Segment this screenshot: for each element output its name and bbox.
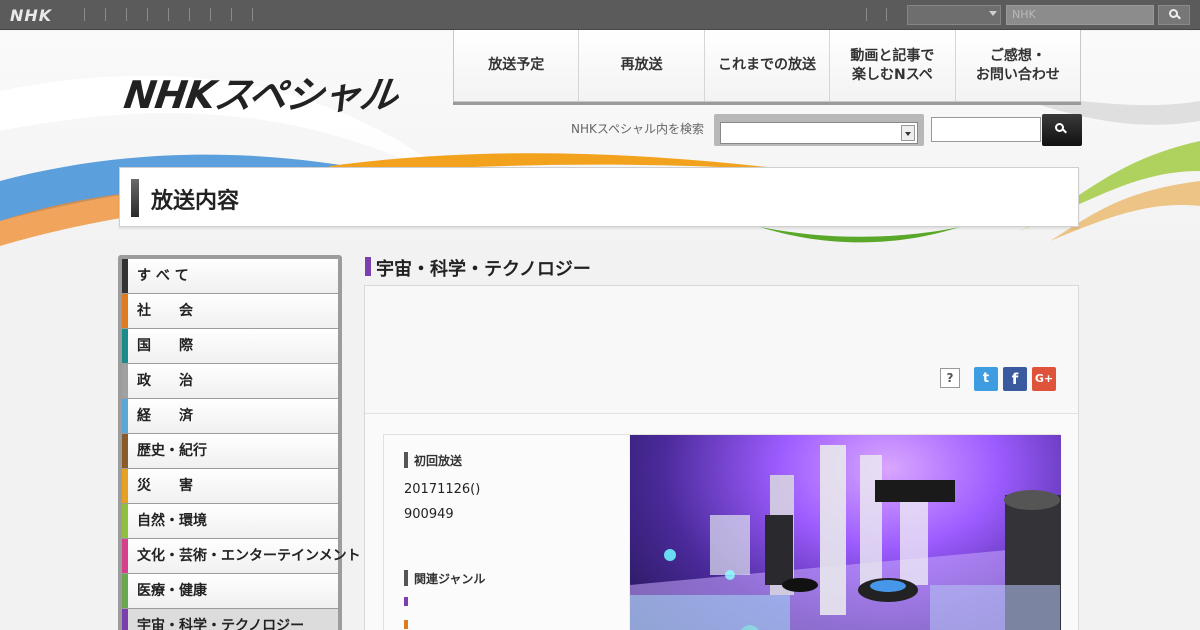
sidebar-item-culture[interactable]: 文化・芸術・エンターテインメント — [122, 539, 361, 573]
sidebar-item-label: 経 済 — [137, 408, 193, 424]
genre-color-swatch — [122, 329, 128, 363]
title-accent-bar — [131, 179, 139, 217]
episode-photo — [630, 435, 1061, 630]
sidebar-item-label: 歴史・紀行 — [137, 443, 207, 459]
nav-schedule[interactable]: 放送予定 — [454, 30, 579, 101]
sidebar-item-economy[interactable]: 経 済 — [122, 399, 338, 433]
genre-color-swatch — [122, 259, 128, 293]
sidebar-item-label: 災 害 — [137, 478, 193, 494]
genre-color-swatch — [122, 364, 128, 398]
genre-color-swatch — [122, 609, 128, 630]
site-search-select[interactable] — [720, 122, 918, 144]
sidebar-item-international[interactable]: 国 際 — [122, 329, 338, 363]
help-button[interactable]: ? — [940, 368, 960, 388]
sidebar-item-label: す べ て — [137, 268, 189, 284]
sidebar-item-nature[interactable]: 自然・環境 — [122, 504, 338, 538]
heading-accent-bar — [404, 452, 408, 468]
first-broadcast-heading: 初回放送 — [414, 454, 463, 468]
nav-past-broadcasts[interactable]: これまでの放送 — [703, 30, 830, 101]
sidebar-item-label: 文化・芸術・エンターテインメント — [137, 548, 361, 564]
gplus-share-button[interactable]: G+ — [1032, 367, 1056, 391]
gplus-icon: G+ — [1034, 372, 1054, 385]
page-title: 放送内容 — [151, 189, 240, 214]
genre-color-swatch — [122, 539, 128, 573]
sidebar-item-label: 国 際 — [137, 338, 193, 354]
broadcast-date: 20171126() — [404, 482, 481, 497]
global-nav-divider — [105, 8, 106, 21]
share-area: ? t f G+ — [365, 286, 1078, 414]
genre-color-swatch — [122, 469, 128, 503]
global-search-input[interactable]: NHK — [1006, 5, 1154, 25]
chevron-down-icon[interactable] — [901, 125, 915, 141]
search-icon — [1055, 123, 1064, 132]
global-nav-divider — [168, 8, 169, 21]
search-icon — [1169, 9, 1178, 18]
sidebar-item-label: 政 治 — [137, 373, 193, 389]
episode-info: 初回放送 20171126() 900949 関連ジャンル — [384, 435, 630, 630]
facebook-icon: f — [1011, 370, 1019, 388]
genre-tag-science[interactable] — [404, 597, 408, 606]
sidebar-item-label: 医療・健康 — [137, 583, 207, 599]
sidebar-item-society[interactable]: 社 会 — [122, 294, 338, 328]
heading-accent-bar — [404, 570, 408, 586]
site-search-input[interactable] — [931, 117, 1041, 142]
genre-color-swatch — [122, 399, 128, 433]
global-nav-divider — [886, 8, 887, 21]
sidebar-item-history[interactable]: 歴史・紀行 — [122, 434, 338, 468]
sidebar-item-all[interactable]: す べ て — [122, 259, 338, 293]
global-nav-divider — [231, 8, 232, 21]
twitter-share-button[interactable]: t — [974, 367, 998, 391]
global-nav-divider — [126, 8, 127, 21]
genre-color-swatch — [122, 504, 128, 538]
broadcast-time: 900949 — [404, 507, 454, 522]
photo-illustration — [630, 445, 1061, 630]
sidebar-item-label: 自然・環境 — [137, 513, 207, 529]
episode-card: 初回放送 20171126() 900949 関連ジャンル — [383, 434, 1061, 630]
global-nav-divider — [147, 8, 148, 21]
sidebar-item-science[interactable]: 宇宙・科学・テクノロジー — [122, 609, 338, 630]
nhk-logo[interactable]: NHK — [10, 6, 52, 25]
episode-content: ? t f G+ 初回放送 20171126() 900949 関連ジャンル — [364, 285, 1079, 630]
genre-color-swatch — [122, 294, 128, 328]
global-region-select[interactable] — [907, 5, 1001, 25]
nav-videos-articles[interactable]: 動画と記事で 楽しむNスペ — [829, 30, 955, 101]
global-nav-divider — [210, 8, 211, 21]
site-search-select-frame — [714, 114, 924, 146]
global-nav-bar: NHK NHK — [0, 0, 1200, 30]
sidebar-item-label: 社 会 — [137, 303, 193, 319]
genre-color-swatch — [122, 434, 128, 468]
genre-tag-society[interactable] — [404, 620, 408, 629]
facebook-share-button[interactable]: f — [1003, 367, 1027, 391]
sidebar-item-medical[interactable]: 医療・健康 — [122, 574, 338, 608]
category-title: 宇宙・科学・テクノロジー — [376, 259, 591, 280]
global-nav-divider — [866, 8, 867, 21]
sidebar-item-disaster[interactable]: 災 害 — [122, 469, 338, 503]
main-nav: 放送予定 再放送 これまでの放送 動画と記事で 楽しむNスペ ご感想・ お問い合… — [453, 30, 1081, 102]
global-search-button[interactable] — [1158, 5, 1190, 25]
site-search-button[interactable] — [1042, 114, 1082, 146]
category-accent-bar — [365, 257, 371, 276]
global-nav-divider — [84, 8, 85, 21]
genre-sidebar: す べ て 社 会 国 際 政 治 経 済 歴史・紀行 災 害 自然・環境 文化… — [118, 255, 361, 630]
global-nav-divider — [189, 8, 190, 21]
site-search-label: NHKスペシャル内を検索 — [571, 122, 705, 136]
genre-color-swatch — [122, 574, 128, 608]
sidebar-item-politics[interactable]: 政 治 — [122, 364, 338, 398]
nav-feedback[interactable]: ご感想・ お問い合わせ — [954, 30, 1081, 101]
chevron-down-icon — [989, 11, 997, 16]
twitter-icon: t — [982, 371, 990, 386]
nav-rebroadcast[interactable]: 再放送 — [578, 30, 704, 101]
global-nav-divider — [252, 8, 253, 21]
page-title-panel: 放送内容 — [119, 167, 1079, 227]
sidebar-item-label: 宇宙・科学・テクノロジー — [137, 618, 305, 630]
related-genre-heading: 関連ジャンル — [414, 572, 486, 586]
nhk-special-logo[interactable]: NHKスペシャル — [121, 64, 401, 119]
